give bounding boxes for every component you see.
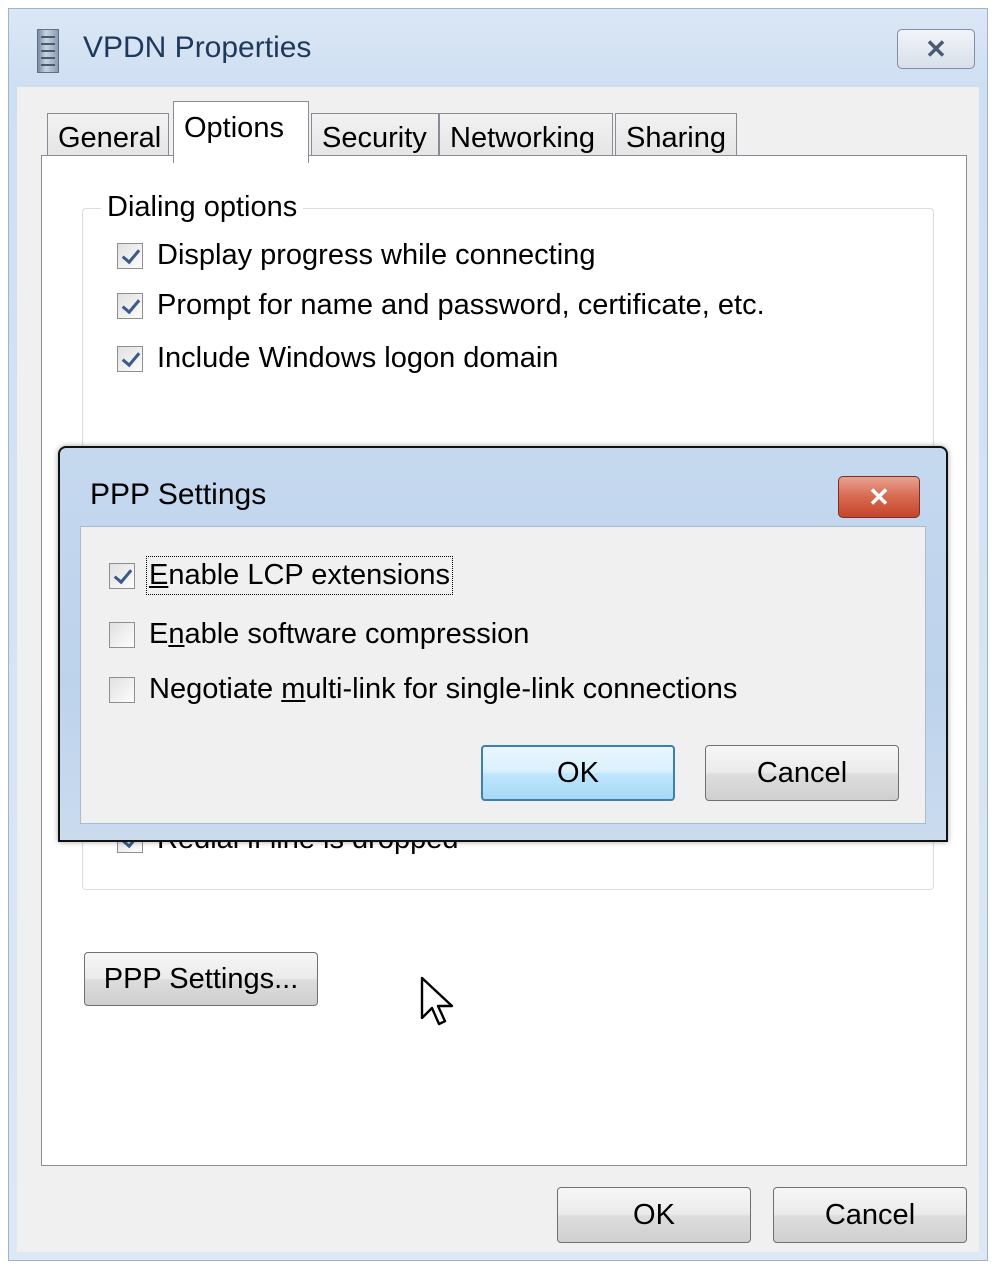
window-app-icon [37,29,59,73]
button-label: OK [557,756,599,789]
include-logon-domain-checkbox[interactable]: Include Windows logon domain [117,342,558,375]
mouse-pointer-icon [420,976,454,1026]
checkbox-label: Enable LCP extensions [146,556,453,595]
checkbox-label: Include Windows logon domain [157,342,559,374]
enable-lcp-extensions-checkbox[interactable]: Enable LCP extensions [109,556,453,595]
checkbox-check-icon[interactable] [117,292,143,319]
tab-label: General [58,122,162,154]
tab-security[interactable]: Security [311,113,439,161]
cancel-button[interactable]: Cancel [773,1187,967,1243]
checkbox-empty-icon[interactable] [109,676,135,703]
button-label: Cancel [824,1198,916,1231]
tab-general[interactable]: General [47,113,169,161]
button-label: OK [633,1198,675,1231]
prompt-credentials-checkbox[interactable]: Prompt for name and password, certificat… [117,289,765,322]
ppp-settings-button[interactable]: PPP Settings... [84,952,318,1006]
tab-options[interactable]: Options [173,101,309,163]
dialog-ok-button[interactable]: OK [481,745,675,801]
checkbox-check-icon[interactable] [117,242,143,269]
checkbox-label: Enable software compression [149,618,530,650]
close-icon: ✕ [868,481,890,512]
tab-label: Networking [450,122,596,154]
ok-button[interactable]: OK [557,1187,751,1243]
checkbox-label: Negotiate multi-link for single-link con… [149,673,738,705]
tab-sharing[interactable]: Sharing [615,113,737,161]
tab-label: Options [184,112,284,144]
ppp-settings-dialog: PPP Settings ✕ Enable LCP extensions Ena… [58,446,948,842]
tab-networking[interactable]: Networking [439,113,613,161]
checkbox-empty-icon[interactable] [109,621,135,648]
checkbox-check-icon[interactable] [109,562,135,589]
window-title: VPDN Properties [83,31,312,64]
button-label: PPP Settings... [103,962,299,995]
window-close-button[interactable]: ✕ [897,29,975,69]
dialog-close-button[interactable]: ✕ [838,476,920,518]
display-progress-checkbox[interactable]: Display progress while connecting [117,239,595,272]
group-legend: Dialing options [101,191,304,224]
dialog-cancel-button[interactable]: Cancel [705,745,899,801]
close-icon: ✕ [925,33,947,64]
title-bar[interactable]: VPDN Properties ✕ [9,9,987,87]
checkbox-label: Display progress while connecting [157,239,596,271]
checkbox-check-icon[interactable] [117,345,143,372]
enable-software-compression-checkbox[interactable]: Enable software compression [109,618,529,651]
tab-label: Security [322,122,427,154]
button-label: Cancel [756,756,848,789]
dialog-body: Enable LCP extensions Enable software co… [80,526,926,824]
negotiate-multilink-checkbox[interactable]: Negotiate multi-link for single-link con… [109,673,737,706]
checkbox-label: Prompt for name and password, certificat… [157,289,765,321]
dialog-title: PPP Settings [90,478,267,511]
tab-label: Sharing [626,122,726,154]
